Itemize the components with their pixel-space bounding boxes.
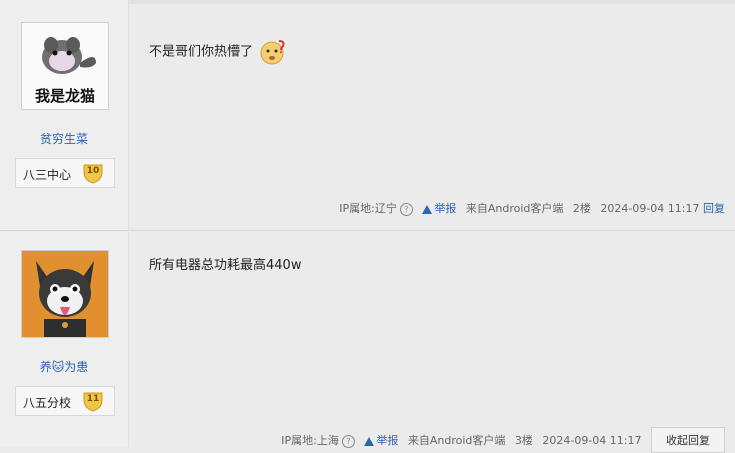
post-tail: IP属地:上海? 举报 来自Android客户端 3楼 2024-09-04 1… — [275, 427, 725, 453]
level-badge[interactable]: 八三中心 10 — [15, 158, 115, 188]
badge-label: 八三中心 — [23, 168, 72, 182]
warning-icon — [422, 204, 433, 214]
post-text: 不是哥们你热懵了 — [149, 44, 254, 60]
post-tail: IP属地:辽宁? 举报 来自Android客户端 2楼 2024-09-04 1… — [333, 200, 725, 216]
post-floor-2: 我是龙猫 贫穷生菜 八三中心 10 不是哥们你热懵了 IP属地:辽宁? 举报 来… — [0, 0, 735, 231]
collapse-reply-button[interactable]: 收起回复 — [651, 427, 725, 453]
avatar[interactable]: 我是龙猫 — [21, 22, 109, 110]
sweating-face-icon — [259, 38, 287, 66]
report-link[interactable]: 举报 — [422, 202, 456, 215]
post-time: 2024-09-04 11:17 — [542, 434, 642, 447]
badge-level-number: 10 — [86, 166, 100, 176]
help-icon[interactable]: ? — [341, 434, 355, 448]
level-shield-icon: 11 — [82, 390, 104, 412]
avatar[interactable] — [21, 250, 109, 338]
source-label: 来自Android客户端 — [465, 202, 564, 215]
warning-icon — [364, 436, 375, 446]
source-label: 来自Android客户端 — [407, 434, 506, 447]
post-divider — [0, 230, 735, 231]
badge-label: 八五分校 — [23, 396, 72, 410]
badge-level-number: 11 — [86, 394, 100, 404]
ip-location: IP属地:辽宁 — [339, 202, 397, 215]
floor-number: 2楼 — [572, 202, 591, 215]
svg-text:我是龙猫: 我是龙猫 — [35, 87, 95, 105]
username[interactable]: 养🐱为患 — [0, 358, 128, 375]
post-time: 2024-09-04 11:17 — [600, 202, 700, 215]
floor-number: 3楼 — [514, 434, 533, 447]
dog-avatar-icon — [22, 251, 108, 337]
post-content: 不是哥们你热懵了 — [149, 38, 287, 66]
help-icon[interactable]: ? — [399, 202, 413, 216]
ip-location: IP属地:上海 — [281, 434, 339, 447]
username[interactable]: 贫穷生菜 — [0, 130, 128, 147]
post-floor-3: 养🐱为患 八五分校 11 所有电器总功耗最高440w IP属地:上海? 举报 来… — [0, 232, 735, 453]
reply-link[interactable]: 回复 — [703, 202, 725, 215]
post-content: 所有电器总功耗最高440w — [149, 254, 301, 273]
level-shield-icon: 10 — [82, 162, 104, 184]
chinchilla-avatar-icon: 我是龙猫 — [22, 23, 108, 109]
post-text: 所有电器总功耗最高440w — [149, 258, 302, 273]
level-badge[interactable]: 八五分校 11 — [15, 386, 115, 416]
report-link[interactable]: 举报 — [364, 434, 398, 447]
